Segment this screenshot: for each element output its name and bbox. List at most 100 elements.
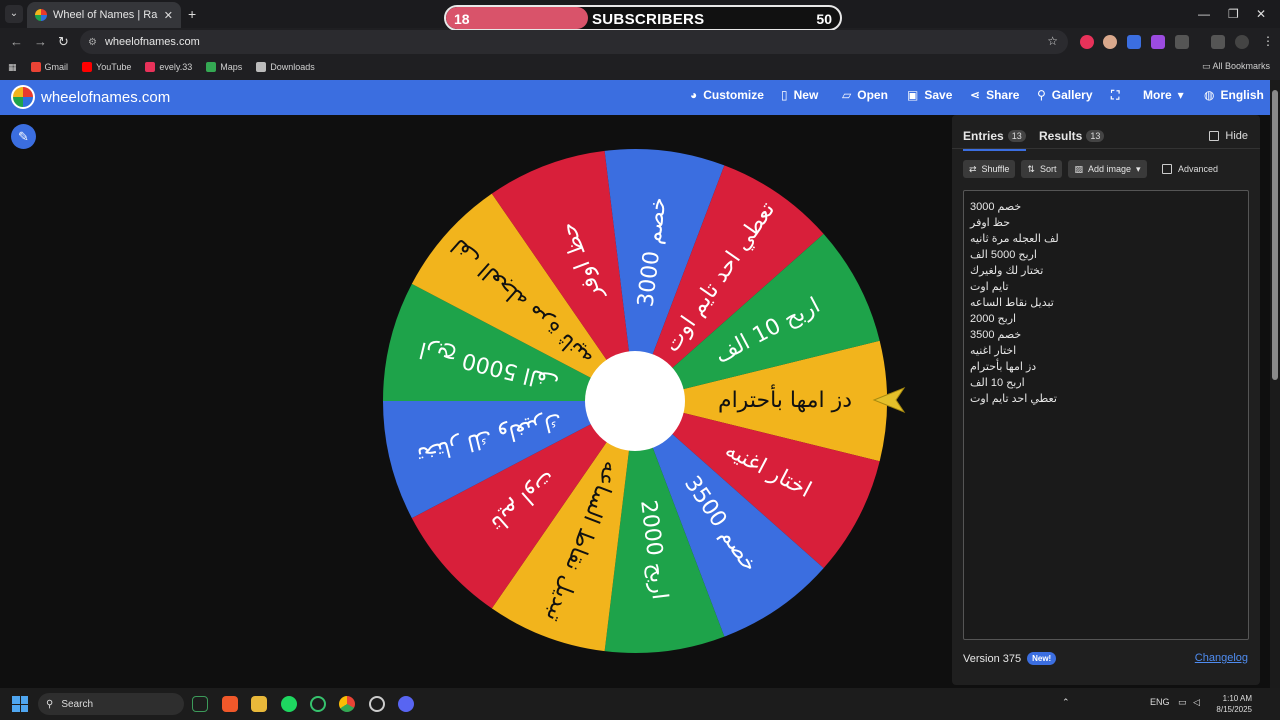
extension-icon[interactable] bbox=[1080, 35, 1094, 49]
wheel-of-names[interactable]: دز امها بأحتراماختار اغنيهخصم 3500اربح 2… bbox=[382, 148, 888, 654]
tab-search-button[interactable]: ⌄ bbox=[5, 5, 23, 23]
entry-line: خصم 3000 bbox=[970, 201, 1022, 213]
menu-label: Gallery bbox=[1051, 88, 1093, 102]
wheel-logo-icon[interactable] bbox=[11, 85, 35, 109]
forward-icon[interactable]: → bbox=[34, 34, 47, 49]
add-image-button[interactable]: ▨ Add image ▾ bbox=[1068, 160, 1147, 178]
minimize-button[interactable]: — bbox=[1198, 7, 1210, 21]
advanced-checkbox[interactable] bbox=[1162, 164, 1172, 174]
save-icon: ▣ bbox=[907, 88, 919, 102]
tray-overflow-icon[interactable]: ⌃ bbox=[1062, 697, 1070, 708]
button-label: Shuffle bbox=[981, 164, 1010, 174]
close-tab-icon[interactable]: ✕ bbox=[164, 9, 173, 22]
scrollbar-thumb[interactable] bbox=[1272, 90, 1278, 380]
close-window-button[interactable]: ✕ bbox=[1256, 7, 1266, 21]
taskbar-search[interactable]: ⚲ Search bbox=[38, 693, 184, 715]
customize-button[interactable]: ◕ Customize bbox=[690, 88, 764, 102]
bookmark-maps[interactable]: Maps bbox=[206, 62, 242, 72]
obs-icon[interactable] bbox=[369, 696, 385, 712]
edit-pencil-icon[interactable]: ✎ bbox=[11, 124, 36, 149]
entries-textarea[interactable]: خصم 3000 حظ اوفر لف العجله مرة ثانيه اربح 5… bbox=[963, 190, 1249, 640]
brave-browser-icon[interactable] bbox=[222, 696, 238, 712]
volume-icon[interactable]: ◁ bbox=[1193, 697, 1200, 708]
panel-tabs: Entries 13 Results 13 Hide bbox=[952, 115, 1260, 151]
bookmark-star-icon[interactable]: ☆ bbox=[1047, 34, 1058, 48]
entry-line: اربح 10 الف bbox=[970, 377, 1025, 389]
profile-icon[interactable] bbox=[1235, 35, 1249, 49]
reload-icon[interactable]: ↻ bbox=[58, 34, 69, 50]
all-bookmarks-button[interactable]: ▭ All Bookmarks bbox=[1202, 61, 1270, 72]
more-button[interactable]: More ▾ bbox=[1143, 88, 1184, 102]
subscriber-goal: 50 bbox=[816, 11, 832, 27]
bookmark-downloads[interactable]: Downloads bbox=[256, 62, 315, 72]
open-button[interactable]: ▱ Open bbox=[842, 88, 888, 102]
language-button[interactable]: ◍ English bbox=[1204, 88, 1264, 102]
menu-label: Customize bbox=[703, 88, 764, 102]
menu-label: Share bbox=[986, 88, 1020, 102]
app-header: wheelofnames.com ◕ Customize ▯ New ▱ Open ▣… bbox=[0, 80, 1280, 115]
download-icon bbox=[256, 62, 267, 72]
search-label: Search bbox=[61, 698, 94, 710]
keyboard-language[interactable]: ENG bbox=[1150, 697, 1170, 707]
menu-label: Open bbox=[857, 88, 888, 102]
entries-count-badge: 13 bbox=[1007, 130, 1026, 142]
reading-list-icon[interactable] bbox=[1211, 35, 1225, 49]
bookmarks-bar: ▦ Gmail YouTube evely.33 Maps Downloads bbox=[0, 58, 1280, 76]
bookmark-label: evely.33 bbox=[159, 62, 193, 72]
new-button[interactable]: ▯ New bbox=[781, 88, 818, 102]
spotify-icon[interactable] bbox=[281, 696, 297, 712]
address-bar[interactable]: ⚙ wheelofnames.com ☆ bbox=[80, 30, 1068, 54]
folder-icon: ▱ bbox=[842, 88, 852, 102]
save-button[interactable]: ▣ Save bbox=[907, 88, 952, 102]
hide-checkbox[interactable] bbox=[1209, 131, 1220, 141]
changelog-link[interactable]: Changelog bbox=[1195, 652, 1248, 664]
file-explorer-icon[interactable] bbox=[251, 696, 267, 712]
bookmark-gmail[interactable]: Gmail bbox=[30, 62, 69, 72]
extension-icon[interactable] bbox=[1127, 35, 1141, 49]
results-count-badge: 13 bbox=[1086, 130, 1105, 142]
extension-icon[interactable] bbox=[1151, 35, 1165, 49]
tab-entries[interactable]: Entries 13 bbox=[963, 129, 1026, 151]
youtube-icon bbox=[82, 62, 93, 72]
network-icon[interactable]: ▭ bbox=[1178, 697, 1187, 708]
wheel-center-hub[interactable] bbox=[585, 351, 685, 451]
extensions-puzzle-icon[interactable] bbox=[1175, 35, 1189, 49]
share-icon: ⋖ bbox=[970, 88, 981, 102]
maps-icon bbox=[206, 62, 217, 72]
browser-menu-icon[interactable]: ⋮ bbox=[1262, 34, 1274, 48]
entry-line: اختار اغنيه bbox=[970, 345, 1017, 357]
bookmark-youtube[interactable]: YouTube bbox=[82, 62, 131, 72]
search-icon: ⚲ bbox=[1037, 88, 1046, 102]
task-view-icon[interactable] bbox=[192, 696, 208, 712]
new-tab-button[interactable]: + bbox=[188, 6, 196, 22]
apps-grid-icon[interactable]: ▦ bbox=[8, 62, 17, 73]
gallery-button[interactable]: ⚲ Gallery bbox=[1037, 88, 1093, 102]
discord-icon[interactable] bbox=[398, 696, 414, 712]
app-icon[interactable] bbox=[310, 696, 326, 712]
bookmark-label: Gmail bbox=[44, 62, 69, 72]
site-info-icon[interactable]: ⚙ bbox=[88, 37, 97, 48]
maximize-button[interactable]: ❐ bbox=[1228, 7, 1239, 21]
advanced-toggle[interactable]: Advanced bbox=[1162, 164, 1218, 174]
back-icon[interactable]: ← bbox=[10, 34, 23, 49]
gmail-icon bbox=[30, 62, 41, 72]
taskbar-clock[interactable]: 1:10 AM 8/15/2025 bbox=[1216, 693, 1252, 715]
site-logo-text[interactable]: wheelofnames.com bbox=[41, 89, 170, 106]
entry-line: خصم 3500 bbox=[970, 329, 1022, 341]
fullscreen-button[interactable]: ⛶ bbox=[1111, 88, 1119, 103]
extension-icon[interactable] bbox=[1103, 35, 1117, 49]
version-info: Version 375 New! bbox=[963, 652, 1057, 665]
bookmark-evely[interactable]: evely.33 bbox=[145, 62, 192, 72]
button-label: Sort bbox=[1039, 164, 1057, 174]
hide-toggle[interactable]: Hide bbox=[1209, 130, 1248, 142]
share-button[interactable]: ⋖ Share bbox=[970, 88, 1019, 102]
shuffle-button[interactable]: ⇄ Shuffle bbox=[963, 160, 1016, 178]
menu-label: English bbox=[1220, 88, 1264, 102]
tab-results[interactable]: Results 13 bbox=[1039, 129, 1105, 143]
chrome-icon[interactable] bbox=[339, 696, 355, 712]
advanced-label: Advanced bbox=[1178, 164, 1219, 174]
sort-button[interactable]: ⇅ Sort bbox=[1021, 160, 1063, 178]
windows-start-icon[interactable] bbox=[12, 696, 28, 712]
image-icon: ▨ bbox=[1074, 163, 1083, 174]
browser-tab[interactable]: Wheel of Names | Random nam ✕ bbox=[27, 2, 181, 28]
